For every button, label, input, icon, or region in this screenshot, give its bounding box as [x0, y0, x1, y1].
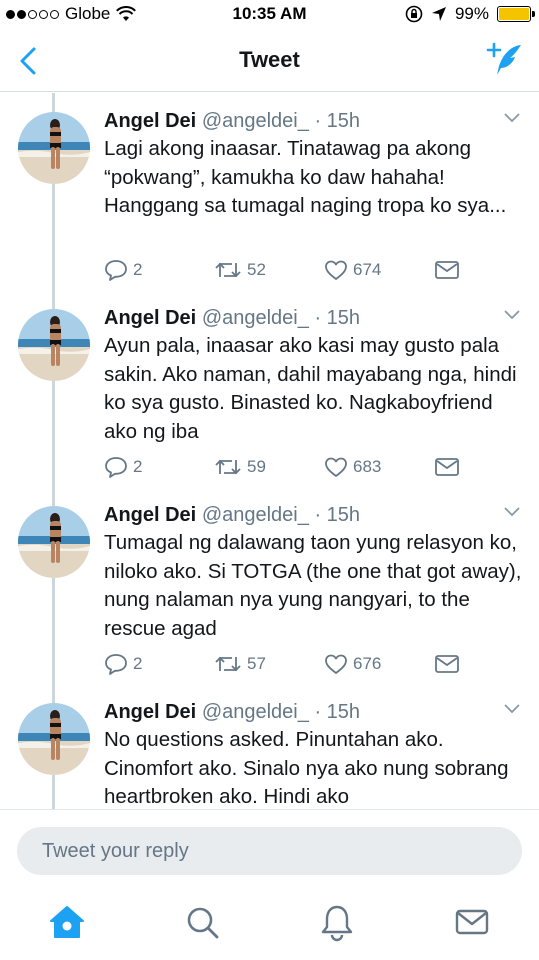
tweet-text: Ayun pala, inaasar ako kasi may gusto pa… — [104, 334, 517, 443]
notifications-bell-icon[interactable] — [317, 902, 357, 942]
avatar[interactable] — [18, 703, 90, 775]
heart-icon — [325, 260, 347, 280]
tweet-header: Angel Dei @angeldei_ · 15h — [104, 502, 525, 528]
author-handle[interactable]: @angeldei_ — [202, 701, 309, 723]
tweet-timestamp: · 15h — [314, 307, 361, 329]
retweet-count: 57 — [247, 654, 266, 673]
retweet-button[interactable]: 52 — [214, 259, 266, 281]
tweet-body: Angel Dei @angeldei_ · 15h No questions … — [104, 699, 525, 809]
thread-connector — [52, 184, 55, 309]
compose-tweet-icon[interactable] — [485, 40, 525, 80]
tweet-text: No questions asked. Pinuntahan ako. Cino… — [104, 728, 509, 808]
like-count: 674 — [353, 260, 382, 279]
heart-icon — [325, 654, 347, 674]
reply-input[interactable] — [17, 827, 522, 875]
page-title: Tweet — [239, 47, 300, 72]
chevron-down-icon[interactable] — [503, 703, 521, 715]
retweet-count: 52 — [247, 260, 266, 279]
reply-count: 2 — [133, 260, 143, 279]
home-icon[interactable] — [47, 902, 87, 942]
chevron-down-icon[interactable] — [503, 506, 521, 518]
envelope-icon — [435, 458, 459, 476]
tweet-actions: 2 52 674 — [104, 259, 464, 281]
tweet-actions: 2 57 676 — [104, 653, 464, 675]
location-arrow-icon — [431, 7, 446, 21]
tweet-header: Angel Dei @angeldei_ · 15h — [104, 108, 525, 134]
author-name[interactable]: Angel Dei — [104, 307, 196, 329]
chevron-down-icon[interactable] — [503, 112, 521, 124]
author-handle[interactable]: @angeldei_ — [202, 110, 309, 132]
chevron-down-icon[interactable] — [503, 309, 521, 321]
status-right: 99% — [405, 4, 535, 24]
reply-count: 2 — [133, 654, 143, 673]
envelope-icon — [435, 655, 459, 673]
tweet[interactable]: Angel Dei @angeldei_ · 15h Ayun pala, in… — [0, 290, 539, 487]
tweet-body: Angel Dei @angeldei_ · 15h Ayun pala, in… — [104, 305, 525, 446]
author-name[interactable]: Angel Dei — [104, 701, 196, 723]
tweet[interactable]: Angel Dei @angeldei_ · 15h Tumagal ng da… — [0, 487, 539, 684]
retweet-count: 59 — [247, 457, 266, 476]
like-button[interactable]: 676 — [324, 653, 381, 675]
retweet-icon — [215, 656, 241, 672]
thread-connector — [52, 775, 55, 809]
direct-message-button[interactable] — [434, 259, 460, 281]
tweet-actions: 2 59 683 — [104, 456, 464, 478]
tweet-header: Angel Dei @angeldei_ · 15h — [104, 699, 525, 725]
author-name[interactable]: Angel Dei — [104, 110, 196, 132]
direct-message-button[interactable] — [434, 456, 460, 478]
reply-button[interactable]: 2 — [104, 456, 142, 478]
author-handle[interactable]: @angeldei_ — [202, 307, 309, 329]
like-button[interactable]: 674 — [324, 259, 381, 281]
reply-icon — [105, 457, 127, 478]
tweet-thread[interactable]: Angel Dei @angeldei_ · 15h Lagi akong in… — [0, 93, 539, 809]
retweet-icon — [215, 262, 241, 278]
tweet[interactable]: Angel Dei @angeldei_ · 15h No questions … — [0, 684, 539, 809]
thread-connector — [52, 578, 55, 703]
reply-button[interactable]: 2 — [104, 259, 142, 281]
status-bar: Globe 10:35 AM 99% — [0, 0, 539, 30]
heart-icon — [325, 457, 347, 477]
like-count: 683 — [353, 457, 382, 476]
reply-button[interactable]: 2 — [104, 653, 142, 675]
tab-bar — [0, 880, 539, 960]
rotation-lock-icon — [405, 5, 423, 23]
reply-icon — [105, 654, 127, 675]
author-name[interactable]: Angel Dei — [104, 504, 196, 526]
tweet-text: Lagi akong inaasar. Tinatawag pa akong “… — [104, 137, 507, 217]
reply-icon — [105, 260, 127, 281]
like-count: 676 — [353, 654, 382, 673]
avatar[interactable] — [18, 309, 90, 381]
battery-icon — [497, 6, 535, 22]
avatar[interactable] — [18, 506, 90, 578]
tweet-timestamp: · 15h — [314, 701, 361, 723]
retweet-button[interactable]: 57 — [214, 653, 266, 675]
avatar[interactable] — [18, 112, 90, 184]
direct-message-button[interactable] — [434, 653, 460, 675]
thread-connector — [52, 381, 55, 506]
messages-envelope-icon[interactable] — [452, 902, 492, 942]
tweet-body: Angel Dei @angeldei_ · 15h Lagi akong in… — [104, 108, 525, 221]
tweet-timestamp: · 15h — [314, 504, 361, 526]
tweet[interactable]: Angel Dei @angeldei_ · 15h Lagi akong in… — [0, 93, 539, 290]
tweet-timestamp: · 15h — [314, 110, 361, 132]
nav-bar: Tweet — [0, 30, 539, 92]
author-handle[interactable]: @angeldei_ — [202, 504, 309, 526]
like-button[interactable]: 683 — [324, 456, 381, 478]
retweet-icon — [215, 459, 241, 475]
tweet-text: Tumagal ng dalawang taon yung relasyon k… — [104, 531, 522, 640]
reply-bar — [0, 809, 539, 879]
battery-percent: 99% — [454, 4, 489, 23]
tweet-header: Angel Dei @angeldei_ · 15h — [104, 305, 525, 331]
tweet-body: Angel Dei @angeldei_ · 15h Tumagal ng da… — [104, 502, 525, 643]
search-icon[interactable] — [182, 902, 222, 942]
retweet-button[interactable]: 59 — [214, 456, 266, 478]
envelope-icon — [435, 261, 459, 279]
reply-count: 2 — [133, 457, 143, 476]
